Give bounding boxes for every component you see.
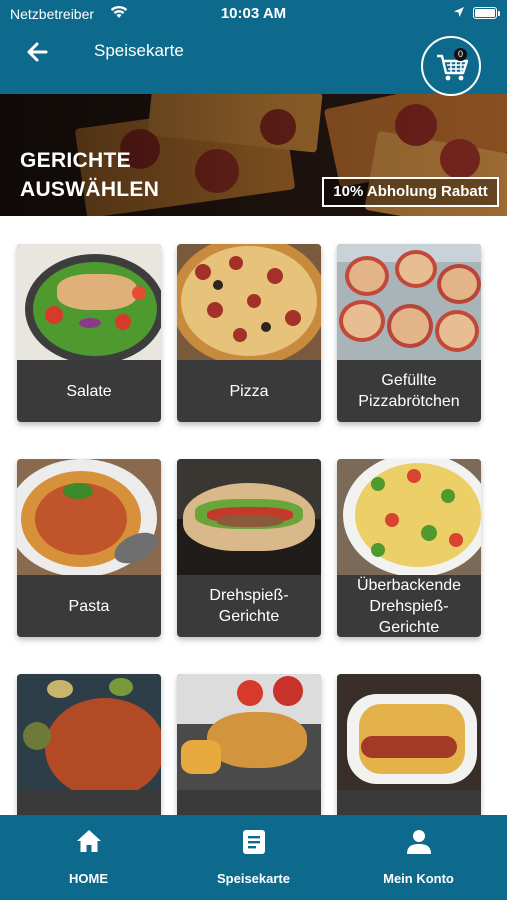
category-label: Drehspieß-Gerichte [209, 587, 289, 625]
nav-label: Mein Konto [383, 871, 454, 886]
category-card-8[interactable] [177, 674, 321, 815]
battery-tip [498, 11, 500, 16]
nav-mein-konto[interactable]: Mein Konto [334, 815, 503, 900]
category-card-drehspiess-gerichte[interactable]: Drehspieß-Gerichte [177, 459, 321, 637]
user-icon [406, 830, 431, 854]
clock-time: 10:03 AM [220, 5, 287, 22]
location-arrow-icon [454, 7, 464, 17]
hero-title: GERICHTE AUSWÄHLEN [20, 149, 160, 201]
bottom-navigation: HOME Speisekarte Mein Konto [0, 815, 507, 900]
category-label: Pizza [229, 382, 269, 400]
doner-image [177, 459, 321, 575]
category-grid: Salate Pizza Gefüllte Pizzabrötchen Past… [0, 230, 507, 815]
page-title: Speisekarte [94, 41, 184, 60]
pizza-rolls-image [337, 244, 481, 360]
schnitzel-image [177, 674, 321, 790]
category-label: Überbackende Drehspieß-Gerichte [356, 576, 462, 636]
hero-banner: GERICHTE AUSWÄHLEN 10% Abholung Rabatt [0, 94, 507, 216]
cart-count-badge: 0 [454, 48, 467, 61]
back-button[interactable] [24, 38, 56, 66]
battery-icon [473, 7, 497, 19]
category-card-pasta[interactable]: Pasta [17, 459, 161, 637]
discount-badge: 10% Abholung Rabatt [322, 177, 499, 207]
salad-image [17, 244, 161, 360]
category-label [21, 790, 157, 815]
category-card-9[interactable] [337, 674, 481, 815]
category-card-salate[interactable]: Salate [17, 244, 161, 422]
menu-book-icon [242, 830, 265, 854]
category-label: Gefüllte Pizzabrötchen [358, 372, 460, 410]
nav-label: HOME [69, 871, 108, 886]
category-label [181, 790, 317, 815]
pizza-image [177, 244, 321, 360]
category-card-ueberbackende-drehspiess-gerichte[interactable]: Überbackende Drehspieß-Gerichte [337, 459, 481, 637]
pasta-image [17, 459, 161, 575]
nav-speisekarte[interactable]: Speisekarte [169, 815, 338, 900]
category-label: Salate [66, 382, 112, 400]
status-bar: Netzbetreiber 10:03 AM [0, 0, 507, 28]
gratin-image [337, 459, 481, 575]
category-card-7[interactable] [17, 674, 161, 815]
cart-button[interactable]: 0 [421, 36, 481, 96]
category-label [341, 790, 477, 815]
home-icon [76, 830, 101, 852]
category-label: Pasta [68, 597, 110, 615]
nav-home[interactable]: HOME [4, 815, 173, 900]
app-bar: Speisekarte 0 [0, 28, 507, 96]
category-card-pizza[interactable]: Pizza [177, 244, 321, 422]
category-card-gefuellte-pizzabroetchen[interactable]: Gefüllte Pizzabrötchen [337, 244, 481, 422]
nav-label: Speisekarte [217, 871, 290, 886]
arrow-left-icon [27, 42, 48, 62]
currywurst-image [337, 674, 481, 790]
lahmacun-image [17, 674, 161, 790]
